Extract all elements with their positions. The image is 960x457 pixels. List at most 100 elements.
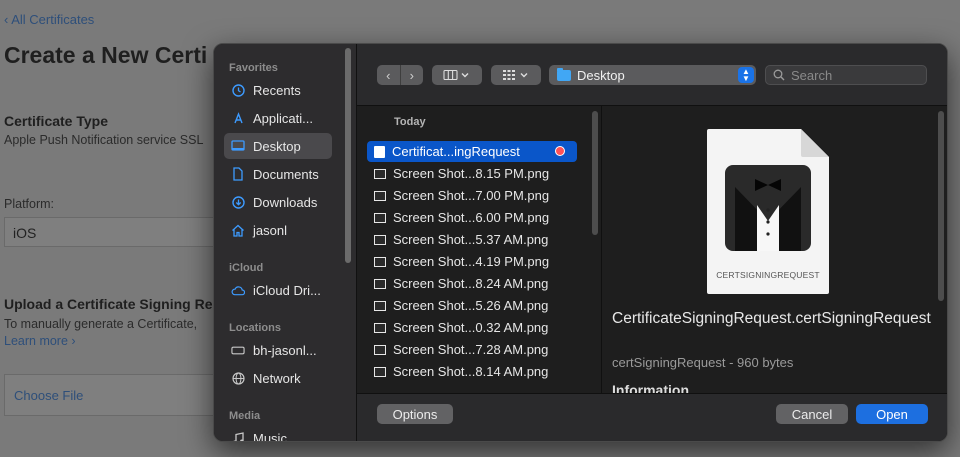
globe-icon: [231, 371, 245, 385]
sidebar-item-label: iCloud Dri...: [253, 282, 321, 298]
preview-file-name: CertificateSigningRequest.certSigningReq…: [612, 310, 931, 327]
back-button[interactable]: ‹: [377, 65, 401, 85]
sidebar-item-label: Music: [253, 430, 287, 442]
sidebar: Favorites Recents Applicati... Desktop D…: [214, 44, 357, 442]
upload-description: To manually generate a Certificate,: [4, 317, 198, 331]
file-row[interactable]: Certificat...ingRequest: [367, 141, 577, 162]
certificate-file-icon: [374, 145, 385, 158]
clock-icon: [231, 83, 245, 97]
file-row[interactable]: Screen Shot...8.14 AM.png: [367, 361, 577, 382]
file-row[interactable]: Screen Shot...6.00 PM.png: [367, 207, 577, 228]
sidebar-item-network[interactable]: Network: [224, 365, 332, 391]
file-row[interactable]: Screen Shot...5.37 AM.png: [367, 229, 577, 250]
sidebar-item-label: jasonl: [253, 222, 287, 238]
options-button[interactable]: Options: [377, 404, 453, 424]
chevron-updown-icon: ▲ ▼: [738, 67, 754, 83]
preview-file-meta: certSigningRequest - 960 bytes: [612, 355, 794, 370]
file-name: Screen Shot...8.14 AM.png: [393, 364, 549, 379]
red-tag-icon: [555, 146, 565, 156]
home-icon: [231, 223, 245, 237]
main-pane: ‹ › Desktop ▲▼ Today Certi: [357, 44, 947, 441]
search-field[interactable]: [765, 65, 927, 85]
image-file-icon: [374, 256, 386, 267]
image-file-icon: [374, 190, 386, 201]
file-row[interactable]: Screen Shot...0.32 AM.png: [367, 317, 577, 338]
navigation-buttons: ‹ ›: [377, 65, 423, 85]
document-icon-caption: CERTSIGNINGREQUEST: [716, 270, 820, 280]
preview-scrollbar[interactable]: [938, 111, 944, 301]
sidebar-item-label: Downloads: [253, 194, 318, 210]
view-mode-button[interactable]: [432, 65, 482, 85]
file-name: Screen Shot...5.37 AM.png: [393, 232, 549, 247]
sidebar-item-label: Recents: [253, 82, 301, 98]
sidebar-item-label: bh-jasonl...: [253, 342, 317, 358]
columns-view-icon: [443, 69, 469, 81]
image-file-icon: [374, 168, 386, 179]
sidebar-header-media: Media: [229, 410, 261, 422]
open-file-dialog: Favorites Recents Applicati... Desktop D…: [213, 43, 948, 442]
dialog-footer: Options Cancel Open: [357, 393, 947, 441]
sidebar-item-label: Desktop: [253, 138, 301, 154]
sidebar-header-favorites: Favorites: [229, 62, 278, 74]
sidebar-item-recents[interactable]: Recents: [224, 77, 332, 103]
preview-pane: CERTSIGNINGREQUEST CertificateSigningReq…: [602, 106, 947, 393]
file-row[interactable]: Screen Shot...8.15 PM.png: [367, 163, 577, 184]
search-input[interactable]: [791, 67, 921, 83]
image-file-icon: [374, 322, 386, 333]
sidebar-item-home[interactable]: jasonl: [224, 217, 332, 243]
cancel-button[interactable]: Cancel: [776, 404, 848, 424]
file-row[interactable]: Screen Shot...5.26 AM.png: [367, 295, 577, 316]
open-button[interactable]: Open: [856, 404, 928, 424]
platform-select[interactable]: iOS: [4, 217, 244, 247]
choose-file-button[interactable]: Choose File: [4, 374, 244, 416]
sidebar-scrollbar[interactable]: [345, 48, 351, 263]
certificate-type-heading: Certificate Type: [4, 113, 108, 129]
image-file-icon: [374, 234, 386, 245]
sidebar-item-label: Documents: [253, 166, 319, 182]
preview-information-header: Information: [612, 382, 689, 393]
grid-icon: [503, 70, 528, 80]
file-name: Screen Shot...7.00 PM.png: [393, 188, 550, 203]
download-icon: [231, 195, 245, 209]
file-row[interactable]: Screen Shot...7.00 PM.png: [367, 185, 577, 206]
group-by-button[interactable]: [491, 65, 541, 85]
sidebar-item-applications[interactable]: Applicati...: [224, 105, 332, 131]
file-group-header: Today: [394, 116, 426, 128]
sidebar-item-computer[interactable]: bh-jasonl...: [224, 337, 332, 363]
image-file-icon: [374, 366, 386, 377]
file-row[interactable]: Screen Shot...7.28 AM.png: [367, 339, 577, 360]
certificate-type-value: Apple Push Notification service SSL: [4, 133, 204, 147]
file-name: Certificat...ingRequest: [392, 144, 520, 159]
upload-heading: Upload a Certificate Signing Re: [4, 296, 213, 312]
sidebar-item-icloud-drive[interactable]: iCloud Dri...: [224, 277, 332, 303]
sidebar-item-downloads[interactable]: Downloads: [224, 189, 332, 215]
file-list: Today Certificat...ingRequest Screen Sho…: [357, 106, 602, 393]
sidebar-item-desktop[interactable]: Desktop: [224, 133, 332, 159]
file-list-scrollbar[interactable]: [592, 111, 598, 235]
toolbar: ‹ › Desktop ▲ ▼: [357, 44, 947, 106]
file-row[interactable]: Screen Shot...8.24 AM.png: [367, 273, 577, 294]
file-name: Screen Shot...8.24 AM.png: [393, 276, 549, 291]
document-icon: [231, 167, 245, 181]
forward-button[interactable]: ›: [401, 65, 424, 85]
location-popup[interactable]: Desktop ▲ ▼: [549, 65, 756, 85]
sidebar-header-locations: Locations: [229, 322, 281, 334]
desktop-icon: [231, 139, 245, 153]
file-name: Screen Shot...4.19 PM.png: [393, 254, 550, 269]
image-file-icon: [374, 344, 386, 355]
file-name: Screen Shot...7.28 AM.png: [393, 342, 549, 357]
search-icon: [773, 69, 785, 81]
music-icon: [231, 431, 245, 441]
sidebar-header-icloud: iCloud: [229, 262, 264, 274]
folder-icon: [557, 67, 571, 81]
sidebar-item-music[interactable]: Music: [224, 425, 332, 442]
learn-more-link[interactable]: Learn more ›: [4, 334, 76, 348]
sidebar-item-label: Network: [253, 370, 301, 386]
file-row[interactable]: Screen Shot...4.19 PM.png: [367, 251, 577, 272]
image-file-icon: [374, 300, 386, 311]
image-file-icon: [374, 212, 386, 223]
file-name: Screen Shot...0.32 AM.png: [393, 320, 549, 335]
sidebar-item-documents[interactable]: Documents: [224, 161, 332, 187]
location-label: Desktop: [577, 67, 625, 83]
all-certificates-link[interactable]: ‹ All Certificates: [4, 12, 94, 27]
